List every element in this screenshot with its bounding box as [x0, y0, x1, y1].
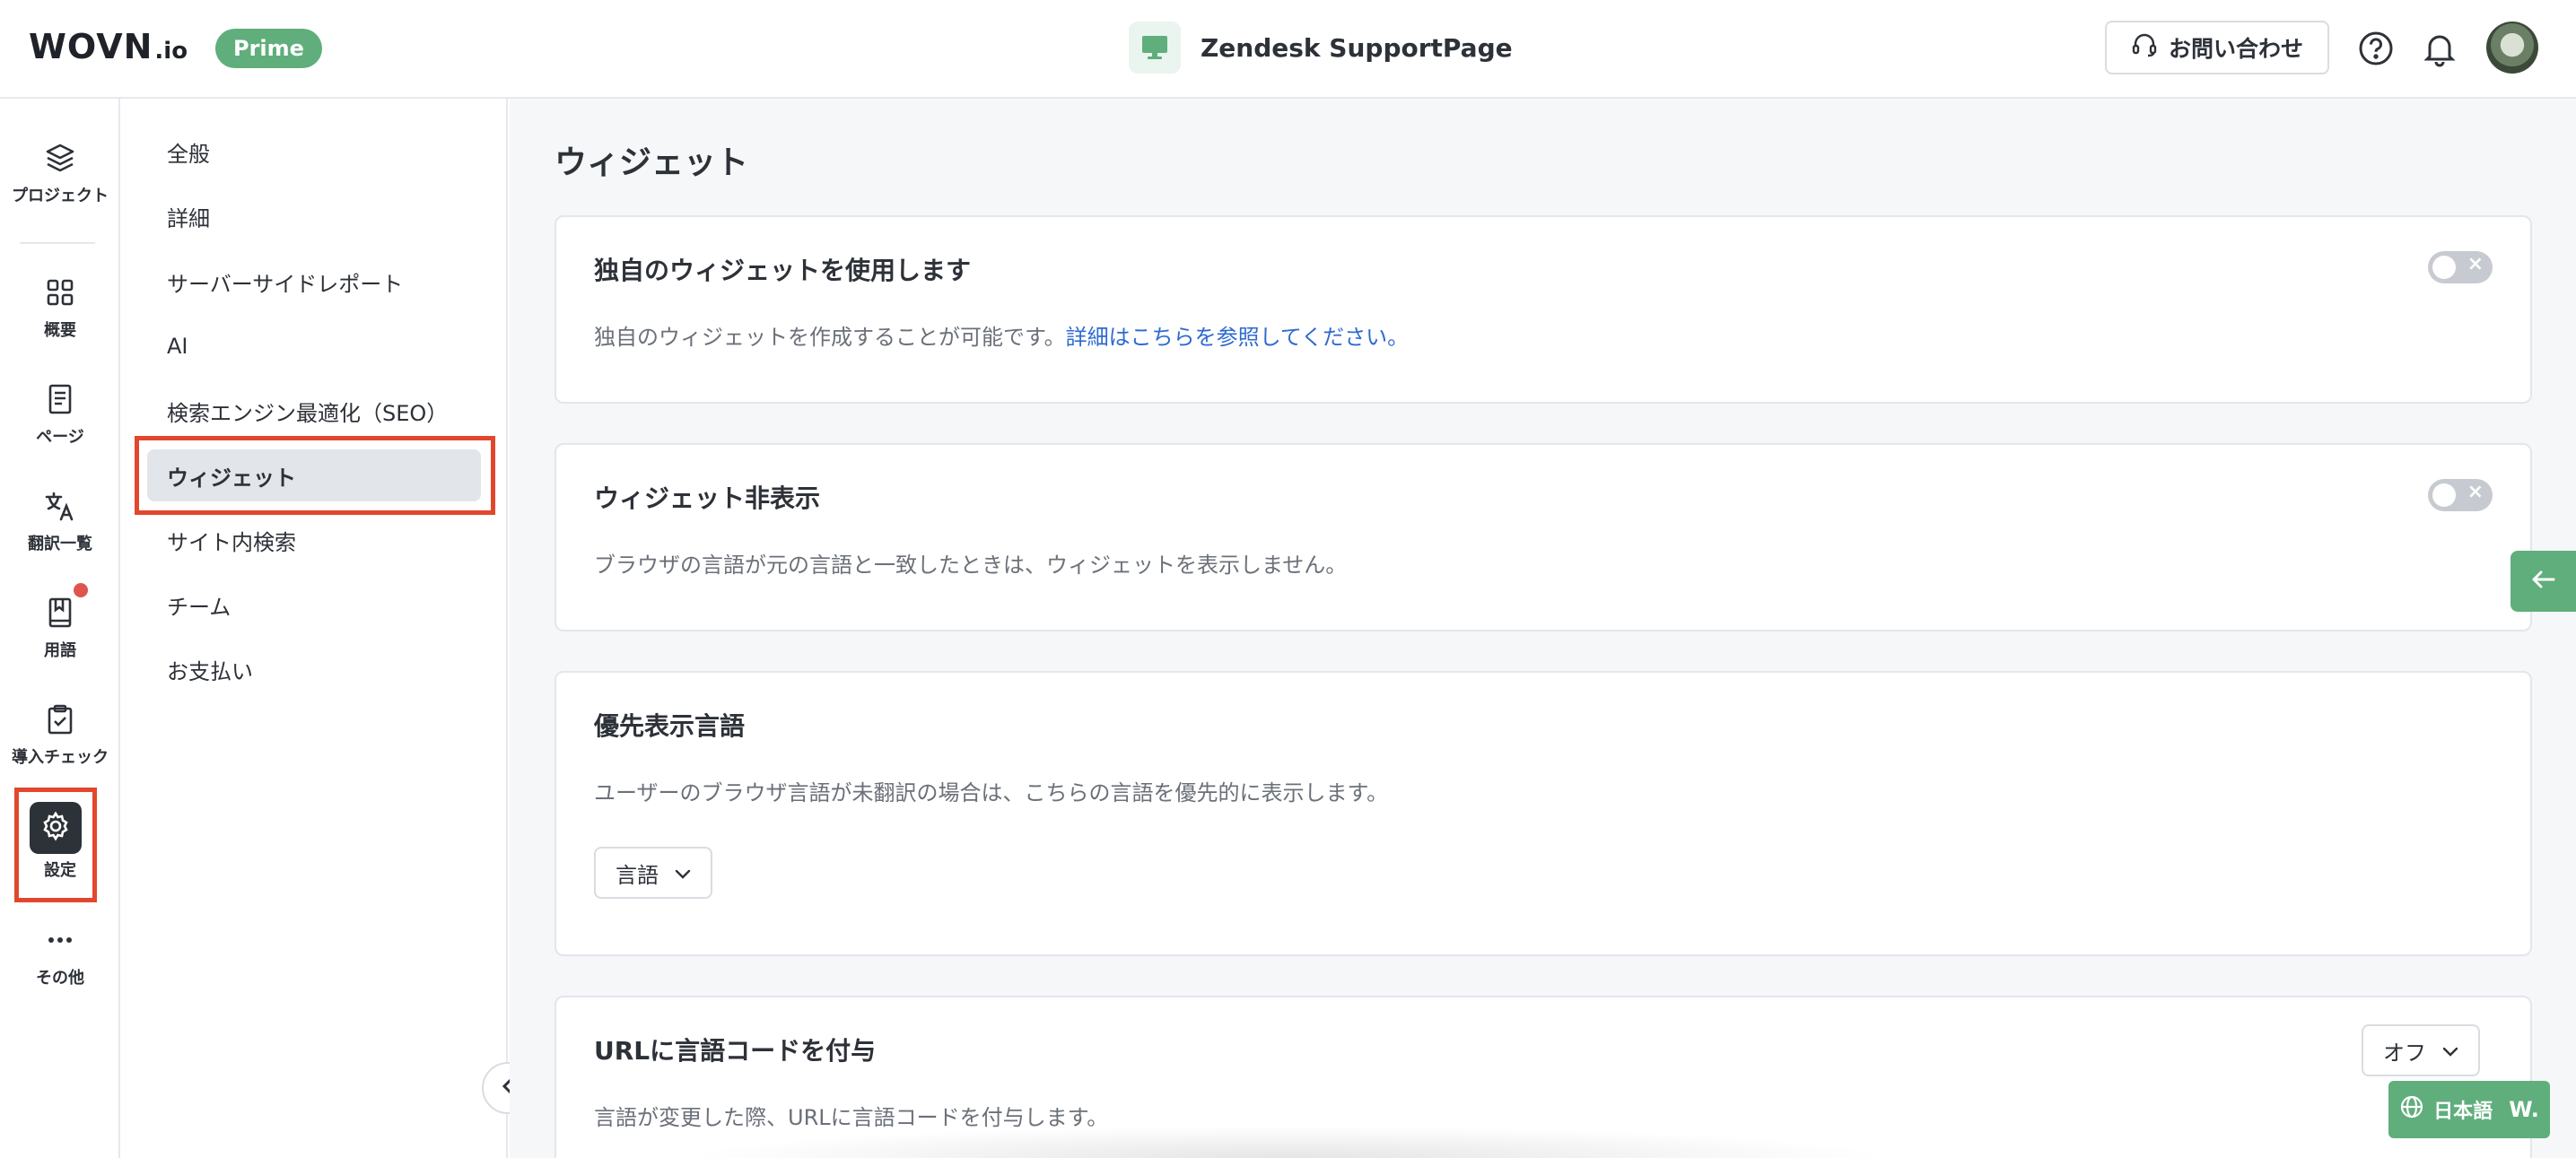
widget-language-label: 日本語 [2433, 1101, 2493, 1123]
card-title: ウィジェット非表示 [594, 483, 821, 513]
subnav-item-billing[interactable]: お支払い [147, 643, 481, 695]
rail-label: 導入チェック [12, 748, 109, 767]
chevron-down-icon [2442, 1038, 2458, 1063]
rail-item-more[interactable]: その他 [0, 924, 120, 1014]
select-value: 言語 [616, 862, 659, 888]
logo-text: WOVN [29, 27, 153, 66]
clipboard-check-icon [44, 703, 76, 736]
toggle-knob [2432, 483, 2456, 507]
language-select[interactable]: 言語 [594, 847, 712, 899]
rail-label: プロジェクト [12, 187, 109, 205]
card-title: 独自のウィジェットを使用します [594, 256, 972, 285]
close-icon: × [2467, 253, 2484, 275]
rail-divider [20, 242, 95, 244]
subnav-item-general[interactable]: 全般 [147, 126, 481, 178]
card-description: ブラウザの言語が元の言語と一致したときは、ウィジェットを表示しません。 [594, 553, 1348, 578]
language-widget[interactable]: 日本語 W. [2388, 1081, 2550, 1138]
bell-icon[interactable] [2421, 30, 2458, 67]
globe-icon [2399, 1094, 2424, 1125]
card-title: URLに言語コードを付与 [594, 1036, 877, 1066]
main-content: ウィジェット 独自のウィジェットを使用します × 独自のウィジェットを作成するこ… [510, 99, 2576, 1158]
rail-item-pages[interactable]: ページ [0, 383, 120, 473]
settings-highlight-box [14, 788, 97, 902]
subnav-item-team[interactable]: チーム [147, 579, 481, 631]
project-name: Zendesk SupportPage [1201, 32, 1513, 63]
card-description: 独自のウィジェットを作成することが可能です。詳細はこちらを参照してください。 [594, 319, 1409, 351]
side-panel-tab[interactable] [2511, 551, 2576, 612]
icon-rail: プロジェクト 概要 ページ 翻訳一覧 用語 導入チェック 設定 その他 [0, 99, 120, 1158]
wovn-logo[interactable]: WOVN .io [29, 27, 188, 72]
rail-label: 概要 [44, 321, 76, 340]
grid-icon [44, 276, 76, 309]
rail-label: ページ [36, 428, 84, 447]
more-icon [44, 924, 76, 956]
card-priority-language: 優先表示言語 ユーザーのブラウザ言語が未翻訳の場合は、こちらの言語を優先的に表示… [554, 671, 2532, 956]
custom-widget-toggle[interactable]: × [2428, 251, 2493, 283]
card-description: ユーザーのブラウザ言語が未翻訳の場合は、こちらの言語を優先的に表示します。 [594, 780, 1389, 805]
card-hide-widget: ウィジェット非表示 × ブラウザの言語が元の言語と一致したときは、ウィジェットを… [554, 443, 2532, 631]
user-avatar[interactable] [2486, 22, 2538, 74]
translate-icon [44, 490, 76, 522]
top-header: WOVN .io Prime Zendesk SupportPage お問い合わ… [0, 0, 2576, 99]
card-title: 優先表示言語 [594, 711, 746, 741]
select-value: オフ [2383, 1040, 2426, 1066]
hide-widget-toggle[interactable]: × [2428, 479, 2493, 511]
rail-item-install-check[interactable]: 導入チェック [0, 703, 120, 793]
contact-button[interactable]: お問い合わせ [2105, 21, 2329, 74]
toggle-knob [2432, 256, 2456, 279]
rail-label: 用語 [44, 641, 76, 660]
rail-item-glossary[interactable]: 用語 [0, 596, 120, 686]
arrow-left-icon [2531, 570, 2556, 593]
page-icon [44, 383, 76, 415]
chevron-down-icon [675, 860, 691, 885]
book-icon [44, 596, 76, 629]
rail-label: その他 [36, 969, 84, 988]
subnav-item-ai[interactable]: AI [147, 320, 481, 372]
subnav-item-details[interactable]: 詳細 [147, 190, 481, 242]
headset-icon [2131, 31, 2158, 64]
help-icon[interactable] [2357, 30, 2395, 67]
rail-item-projects[interactable]: プロジェクト [0, 142, 120, 231]
widget-highlight-box [135, 436, 495, 515]
card-desc-text: 独自のウィジェットを作成することが可能です。 [594, 325, 1066, 350]
notification-dot [74, 583, 88, 597]
logo-suffix: .io [154, 38, 188, 65]
project-switcher[interactable]: Zendesk SupportPage [1129, 20, 1513, 75]
subnav-item-seo[interactable]: 検索エンジン最適化（SEO） [147, 385, 481, 437]
settings-subnav: 全般 詳細 サーバーサイドレポート AI 検索エンジン最適化（SEO） ウィジェ… [122, 99, 508, 1158]
page-title: ウィジェット [554, 144, 749, 181]
close-icon: × [2467, 481, 2484, 503]
contact-label: お問い合わせ [2168, 36, 2303, 62]
layers-icon [44, 142, 76, 174]
rail-item-overview[interactable]: 概要 [0, 276, 120, 366]
plan-badge: Prime [215, 29, 322, 68]
subnav-item-server-side-report[interactable]: サーバーサイドレポート [147, 256, 481, 308]
monitor-icon [1129, 22, 1181, 74]
details-link[interactable]: 詳細はこちらを参照してください。 [1066, 325, 1410, 350]
rail-item-translations[interactable]: 翻訳一覧 [0, 490, 120, 579]
widget-brand: W. [2509, 1097, 2539, 1122]
app-root: WOVN .io Prime Zendesk SupportPage お問い合わ… [0, 0, 2576, 1158]
subnav-item-site-search[interactable]: サイト内検索 [147, 514, 481, 566]
rail-label: 翻訳一覧 [28, 535, 92, 553]
url-language-code-select[interactable]: オフ [2362, 1024, 2480, 1076]
scroll-shadow [682, 1126, 1893, 1158]
card-custom-widget: 独自のウィジェットを使用します × 独自のウィジェットを作成することが可能です。… [554, 215, 2532, 404]
